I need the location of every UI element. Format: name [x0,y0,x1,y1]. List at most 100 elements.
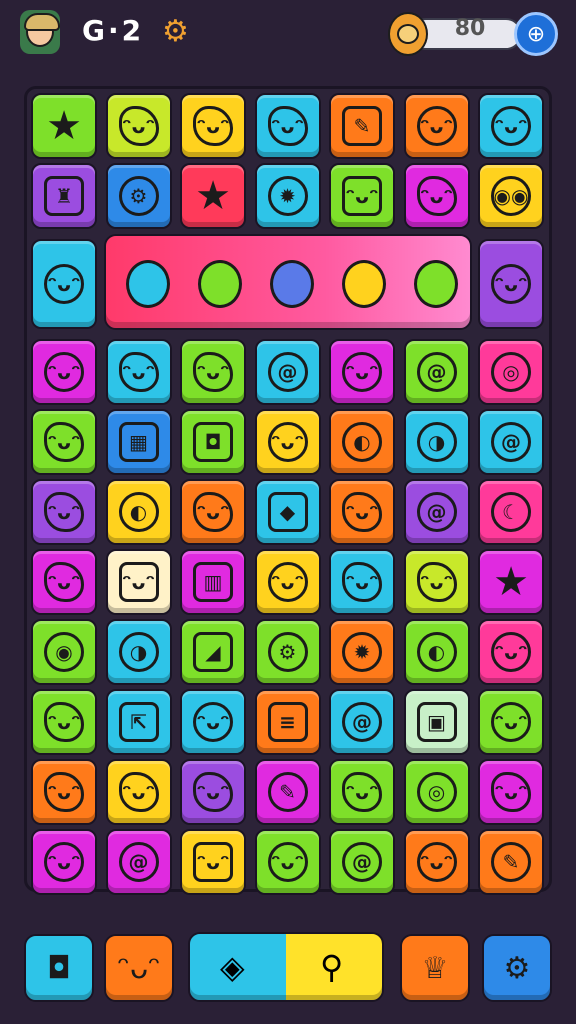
tile-sun[interactable]: ᵔᴗᵔ [105,759,172,825]
tile-smiley[interactable]: ᵔᴗᵔ [478,93,544,159]
tile-smiley[interactable]: ᵔᴗᵔ [31,339,97,405]
tile-leaf[interactable]: ✎ [478,829,544,895]
tile-swirl[interactable]: @ [478,409,544,475]
tile-spiky[interactable]: ᵔᴗᵔ [31,759,97,825]
candy-icon: ◈ [220,948,245,986]
smiley-icon: ᵔᴗᵔ [44,352,84,392]
tile-blob-face[interactable]: ᵔᴗᵔ [254,93,321,159]
banner-elephant[interactable] [262,246,322,322]
tile-monster[interactable]: ᵔᴗᵔ [31,479,97,545]
bubble-icon: ᵔᴗᵔ [416,842,457,882]
tile-radio[interactable]: ▣ [403,689,470,755]
tile-swirl[interactable]: @ [254,339,321,405]
tile-smiley[interactable]: ᵔᴗᵔ [254,409,321,475]
tile-box[interactable]: ▦ [105,409,172,475]
tile-mask[interactable]: ᵔᴗᵔ [329,163,395,229]
tile-lollipop[interactable]: @ [329,829,395,895]
tile-leaf[interactable]: ᵔᴗᵔ [403,549,470,615]
tile-flower[interactable]: ᵔᴗᵔ [31,549,97,615]
sprout-icon [414,260,458,308]
tile-ruler[interactable]: ◢ [180,619,246,685]
tile-swirl[interactable]: @ [403,339,470,405]
tile-carrot[interactable]: ✎ [254,759,321,825]
tile-gear[interactable]: ⚙ [254,619,321,685]
tile-smiley[interactable]: ᵔᴗᵔ [31,829,97,895]
bottom-toolbar: ◘ ᵔᴗᵔ ◈ ⚲ ♕ ⚙ [0,920,576,1024]
tile-house[interactable]: ◘ [180,409,246,475]
wizard-icon [198,260,242,308]
tile-donut[interactable]: ◎ [403,759,470,825]
banner-girl[interactable] [334,246,394,322]
tile-cloud[interactable]: ᵔᴗᵔ [31,689,97,755]
tile-ghost[interactable]: ᵔᴗᵔ [478,759,544,825]
tile-swirl[interactable]: @ [329,689,395,755]
tile-star[interactable]: ★ [180,163,246,229]
radio-icon: ▣ [416,702,457,742]
tile-frame[interactable]: ⇱ [105,689,172,755]
ghost-icon: ᵔᴗᵔ [491,772,531,812]
tile-blob[interactable]: ᵔᴗᵔ [180,479,246,545]
tile-orb[interactable]: ◐ [105,479,172,545]
tile-ghost[interactable]: ᵔᴗᵔ [180,339,246,405]
tile-bear[interactable]: ᵔᴗᵔ [105,549,172,615]
cloud-button[interactable]: ᵔᴗᵔ [104,934,174,1002]
orb-icon: ◐ [118,492,159,532]
tile-trophy[interactable]: ♜ [31,163,97,229]
tile-smiley[interactable]: ᵔᴗᵔ [180,689,246,755]
tile-spiky[interactable]: ✹ [254,163,321,229]
player-avatar[interactable] [20,10,60,54]
level-indicator: G·2 [82,14,145,47]
settings-button[interactable]: ⚙ [482,934,552,1002]
tile-gear[interactable]: ⚙ [105,163,172,229]
banner-brush[interactable] [118,246,178,322]
tile-star[interactable]: ★ [478,549,544,615]
tile-spiral[interactable]: @ [105,829,172,895]
tile-stack[interactable]: ≡ [254,689,321,755]
robot-icon: ᵔᴗᵔ [193,842,233,882]
tile-hooded[interactable]: ᵔᴗᵔ [478,239,544,329]
tile-bubble[interactable]: ᵔᴗᵔ [403,829,470,895]
star-icon: ★ [195,173,231,219]
tile-orb[interactable]: ◑ [403,409,470,475]
tile-frog[interactable]: ᵔᴗᵔ [329,549,395,615]
tile-swirl[interactable]: @ [403,479,470,545]
tile-bin[interactable]: ▥ [180,549,246,615]
tile-boy[interactable]: ᵔᴗᵔ [31,239,97,329]
tile-burst[interactable]: ✹ [329,619,395,685]
tile-ring[interactable]: ◎ [478,339,544,405]
banner-wizard[interactable] [190,246,250,322]
tile-shield[interactable]: ᵔᴗᵔ [180,759,246,825]
tile-bubble[interactable]: ᵔᴗᵔ [478,689,544,755]
tile-star[interactable]: ★ [31,93,97,159]
tile-face[interactable]: ᵔᴗᵔ [254,549,321,615]
puzzle-button[interactable]: ◘ [24,934,94,1002]
tile-candy[interactable]: ◆ [254,479,321,545]
tile-eye[interactable]: ◉ [31,619,97,685]
tile-orb[interactable]: ◑ [105,619,172,685]
tile-orb[interactable]: ◐ [403,619,470,685]
tile-blob-face[interactable]: ᵔᴗᵔ [105,93,172,159]
tile-note[interactable]: ✎ [329,93,395,159]
tile-cat-face[interactable]: ᵔᴗᵔ [180,93,246,159]
tile-robot[interactable]: ᵔᴗᵔ [180,829,246,895]
candy-lollipop-button[interactable]: ◈ ⚲ [188,932,384,1002]
tile-sun[interactable]: ᵔᴗᵔ [31,409,97,475]
add-coins-button[interactable]: ⊕ [514,12,558,56]
coin-value: 80 [454,16,486,41]
tile-ring[interactable]: ◐ [329,409,395,475]
tile-robot[interactable]: ◉◉ [478,163,544,229]
banner-sprout[interactable] [406,246,466,322]
cupcake-icon: ♕ [421,950,449,986]
cupcake-button[interactable]: ♕ [400,934,470,1002]
tile-dragon[interactable]: ᵔᴗᵔ [329,759,395,825]
tile-cloud[interactable]: ᵔᴗᵔ [403,163,470,229]
gear-icon[interactable]: ⚙ [162,14,189,49]
tile-bubble[interactable]: ᵔᴗᵔ [105,339,172,405]
tile-smiley[interactable]: ᵔᴗᵔ [403,93,470,159]
tile-smiley[interactable]: ᵔᴗᵔ [254,829,321,895]
tile-moon[interactable]: ☾ [478,479,544,545]
tile-cat[interactable]: ᵔᴗᵔ [329,479,395,545]
tile-bird[interactable]: ᵔᴗᵔ [478,619,544,685]
donut-icon: ◎ [416,772,457,812]
tile-moon[interactable]: ᵔᴗᵔ [329,339,395,405]
